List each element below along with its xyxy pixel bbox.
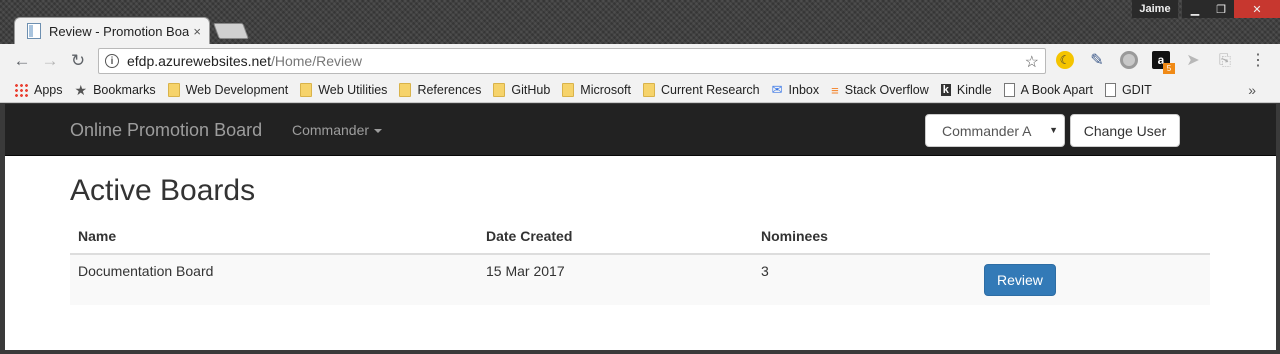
bookmark-stack-overflow[interactable]: ≡ Stack Overflow bbox=[831, 83, 929, 98]
bookmark-label: GitHub bbox=[511, 83, 551, 97]
window-frame-bottom bbox=[0, 350, 1280, 354]
commander-dropdown[interactable]: Commander bbox=[292, 122, 383, 138]
bookmark-apps[interactable]: Apps bbox=[14, 83, 63, 97]
folder-icon bbox=[399, 83, 412, 97]
close-window-button[interactable]: ✕ bbox=[1234, 0, 1280, 18]
folder-icon bbox=[493, 83, 506, 97]
address-bar[interactable]: i efdp.azurewebsites.net/Home/Review ☆ bbox=[98, 48, 1046, 74]
bookmark-references[interactable]: References bbox=[399, 83, 481, 97]
pdf-icon[interactable]: ⎘ bbox=[1216, 51, 1234, 69]
url-text: efdp.azurewebsites.net/Home/Review bbox=[127, 53, 362, 69]
commander-dropdown-label: Commander bbox=[292, 122, 370, 138]
bookmark-gdit[interactable]: GDIT bbox=[1104, 83, 1152, 97]
page-favicon-icon bbox=[27, 23, 41, 39]
bookmark-label: Apps bbox=[34, 83, 63, 97]
page-icon bbox=[1003, 83, 1015, 97]
inbox-icon: ✉ bbox=[771, 82, 783, 97]
forward-arrow-icon[interactable]: → bbox=[36, 51, 64, 71]
url-path: /Home/Review bbox=[270, 53, 363, 69]
table-row: Documentation Board 15 Mar 2017 3 Review bbox=[70, 253, 1210, 305]
app-navbar: Online Promotion Board Commander Command… bbox=[5, 104, 1276, 156]
bookmark-label: Inbox bbox=[788, 83, 820, 97]
extension-circle-icon[interactable] bbox=[1120, 51, 1138, 69]
change-user-button[interactable]: Change User bbox=[1070, 114, 1180, 147]
bookmark-label: Web Development bbox=[185, 83, 289, 97]
folder-icon bbox=[167, 83, 180, 97]
maximize-button[interactable]: ❐ bbox=[1208, 0, 1234, 18]
bookmark-star-icon[interactable]: ☆ bbox=[1025, 52, 1039, 72]
bookmark-label: Bookmarks bbox=[93, 83, 156, 97]
board-name-cell: Documentation Board bbox=[70, 253, 478, 305]
bookmark-web-utilities[interactable]: Web Utilities bbox=[300, 83, 387, 97]
url-host: efdp.azurewebsites.net bbox=[127, 53, 271, 69]
column-header-action bbox=[976, 219, 1210, 255]
amazon-badge: 5 bbox=[1163, 63, 1175, 74]
bookmark-github[interactable]: GitHub bbox=[493, 83, 550, 97]
bookmark-label: Current Research bbox=[660, 83, 760, 97]
reload-icon[interactable]: ↻ bbox=[64, 51, 92, 71]
chevron-down-icon: ▼ bbox=[1049, 125, 1058, 135]
folder-icon bbox=[300, 83, 313, 97]
profile-button[interactable]: Jaime bbox=[1132, 0, 1178, 18]
back-arrow-icon[interactable]: ← bbox=[8, 51, 36, 71]
user-select-value: Commander A bbox=[942, 122, 1032, 139]
bookmark-label: A Book Apart bbox=[1020, 83, 1093, 97]
eyedropper-icon[interactable]: ✎ bbox=[1088, 51, 1106, 69]
bookmark-label: GDIT bbox=[1121, 83, 1152, 97]
chevron-right-icon[interactable]: » bbox=[1248, 82, 1256, 98]
browser-toolbar: ← → ↻ i efdp.azurewebsites.net/Home/Revi… bbox=[0, 44, 1280, 78]
apps-icon bbox=[14, 83, 28, 97]
bookmark-label: Kindle bbox=[956, 83, 992, 97]
bookmark-label: Stack Overflow bbox=[844, 83, 929, 97]
bookmark-web-development[interactable]: Web Development bbox=[167, 83, 289, 97]
tab-close-icon[interactable]: × bbox=[193, 24, 201, 39]
page-viewport: Online Promotion Board Commander Command… bbox=[5, 104, 1276, 350]
bookmark-label: Web Utilities bbox=[318, 83, 388, 97]
folder-icon bbox=[642, 83, 655, 97]
browser-tab[interactable]: Review - Promotion Boar × bbox=[14, 17, 210, 44]
bookmark-bookmarks[interactable]: ★ Bookmarks bbox=[75, 82, 156, 99]
bookmark-label: References bbox=[417, 83, 482, 97]
boards-table: Name Date Created Nominees Documentation… bbox=[70, 219, 1210, 305]
extension-moon-icon[interactable]: ☾ bbox=[1056, 51, 1074, 69]
page-icon bbox=[1104, 83, 1116, 97]
bookmark-microsoft[interactable]: Microsoft bbox=[562, 83, 631, 97]
bookmark-label: Microsoft bbox=[580, 83, 631, 97]
stackoverflow-icon: ≡ bbox=[831, 82, 839, 98]
folder-icon bbox=[562, 83, 575, 97]
app-brand[interactable]: Online Promotion Board bbox=[70, 120, 262, 141]
bookmarks-bar: Apps ★ Bookmarks Web Development Web Uti… bbox=[0, 78, 1280, 103]
column-header-name: Name bbox=[70, 219, 478, 255]
new-tab-button[interactable] bbox=[213, 23, 249, 39]
user-select[interactable]: Commander A ▼ bbox=[925, 114, 1065, 147]
bookmark-current-research[interactable]: Current Research bbox=[642, 83, 760, 97]
bookmark-a-book-apart[interactable]: A Book Apart bbox=[1003, 83, 1093, 97]
bookmark-inbox[interactable]: ✉ Inbox bbox=[772, 82, 820, 98]
minimize-button[interactable]: ▁ bbox=[1182, 0, 1208, 18]
column-header-nominees: Nominees bbox=[753, 219, 976, 255]
page-title: Active Boards bbox=[70, 174, 256, 207]
info-icon[interactable]: i bbox=[105, 54, 119, 68]
star-icon: ★ bbox=[74, 81, 88, 98]
tab-title: Review - Promotion Boar bbox=[49, 23, 189, 39]
extension-arrow-icon[interactable]: ➤ bbox=[1184, 51, 1202, 69]
date-created-cell: 15 Mar 2017 bbox=[478, 253, 753, 305]
column-header-date-created: Date Created bbox=[478, 219, 753, 255]
table-header-row: Name Date Created Nominees bbox=[70, 219, 1210, 255]
review-button[interactable]: Review bbox=[984, 264, 1056, 296]
menu-dots-icon[interactable]: ⋮ bbox=[1250, 50, 1266, 70]
kindle-icon: k bbox=[940, 84, 951, 96]
nominees-cell: 3 bbox=[753, 253, 976, 305]
action-cell: Review bbox=[976, 253, 1210, 305]
window-titlebar: Review - Promotion Boar × Jaime ▁ ❐ ✕ bbox=[0, 0, 1280, 44]
caret-down-icon bbox=[374, 129, 383, 134]
bookmark-kindle[interactable]: k Kindle bbox=[940, 83, 992, 97]
